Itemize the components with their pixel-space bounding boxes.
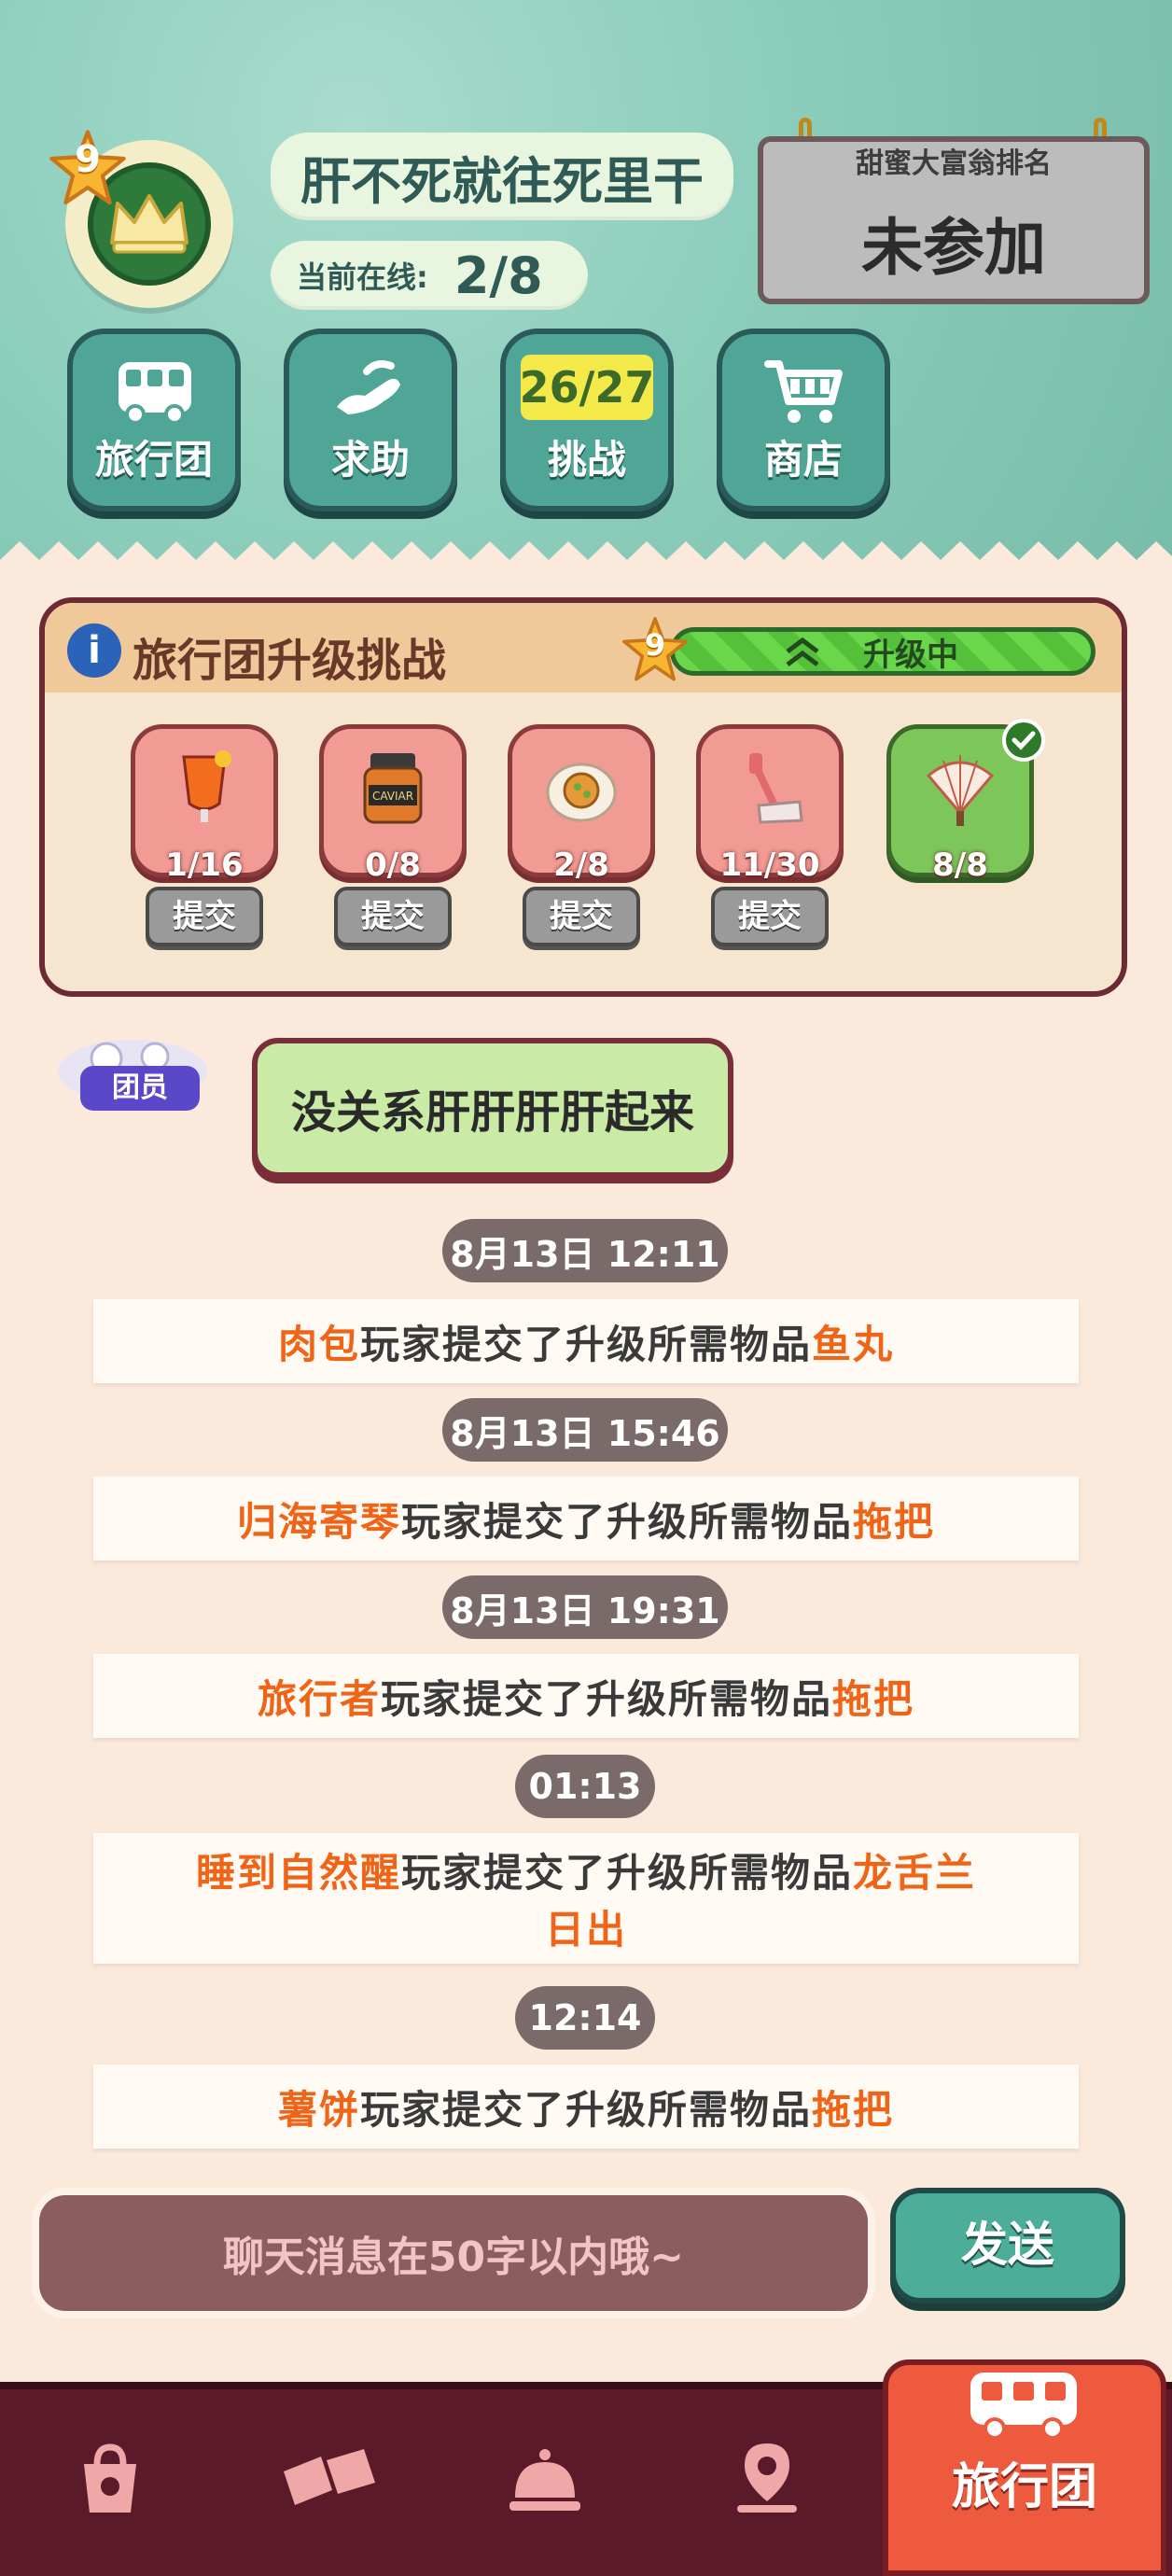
log-text: 玩家提交了升级所需物品 [380, 1675, 832, 1722]
log-text: 玩家提交了升级所需物品 [359, 1321, 812, 1367]
item-slot-pastry[interactable]: 2/8 [508, 724, 655, 884]
item-slot-caviar[interactable]: CAVIAR 0/8 [319, 724, 467, 884]
mop-icon [749, 753, 803, 824]
caviar-jar-icon: CAVIAR [363, 753, 423, 824]
log-entry: 肉包 玩家提交了升级所需物品 鱼丸 [93, 1299, 1079, 1383]
challenge-level: 9 [644, 627, 666, 663]
log-player: 旅行者 [257, 1675, 381, 1722]
chat-message-bubble: 没关系肝肝肝肝起来 [252, 1038, 733, 1178]
item-slot-cocktail[interactable]: 1/16 [131, 724, 278, 884]
log-item: 拖把 [832, 1675, 915, 1722]
log-timestamp: 8月13日 12:11 [442, 1219, 728, 1282]
log-timestamp: 8月13日 15:46 [442, 1398, 728, 1462]
log-timestamp: 12:14 [515, 1986, 655, 2050]
nav-button-tour-group[interactable]: 旅行团 [67, 329, 241, 511]
info-icon[interactable]: i [67, 623, 121, 678]
log-item-continued: 日出 [544, 1907, 627, 1953]
log-text: 玩家提交了升级所需物品 [400, 1498, 853, 1545]
log-player: 睡到自然醒 [195, 1850, 401, 1896]
log-timestamp: 01:13 [515, 1755, 655, 1818]
log-text: 玩家提交了升级所需物品 [400, 1850, 853, 1896]
log-player: 归海寄琴 [236, 1498, 401, 1545]
log-entry: 薯饼 玩家提交了升级所需物品 拖把 [93, 2065, 1079, 2149]
log-entry: 睡到自然醒玩家提交了升级所需物品龙舌兰 日出 [93, 1833, 1079, 1964]
log-item: 龙舌兰 [853, 1850, 977, 1896]
nav-label: 挑战 [547, 437, 626, 483]
caviar-label: CAVIAR [372, 790, 413, 803]
service-bell-icon[interactable] [508, 2440, 582, 2518]
item-quantity: 8/8 [932, 847, 988, 884]
send-button[interactable]: 发送 [890, 2188, 1125, 2303]
cart-icon [764, 360, 843, 423]
online-value: 2/8 [453, 245, 543, 305]
log-timestamp: 8月13日 19:31 [442, 1575, 728, 1639]
online-label: 当前在线: [297, 259, 428, 295]
bus-icon [970, 2373, 1077, 2440]
submit-button[interactable]: 提交 [523, 887, 640, 946]
log-player: 肉包 [277, 1321, 360, 1367]
chat-input[interactable]: 聊天消息在50字以内哦~ [39, 2195, 868, 2311]
member-role-tag: 团员 [80, 1066, 200, 1111]
team-name: 肝不死就往死里干 [271, 133, 733, 220]
nav-button-help[interactable]: 求助 [284, 329, 457, 511]
log-item: 拖把 [853, 1498, 936, 1545]
challenge-title: 旅行团升级挑战 [133, 635, 447, 687]
ranking-value: 未参加 [861, 212, 1046, 284]
submit-button[interactable]: 提交 [146, 887, 263, 946]
ranking-title: 甜蜜大富翁排名 [856, 147, 1052, 180]
log-item: 拖把 [812, 2086, 895, 2133]
log-text: 玩家提交了升级所需物品 [359, 2086, 812, 2133]
submit-button[interactable]: 提交 [334, 887, 452, 946]
log-player: 薯饼 [277, 2086, 360, 2133]
paper-fan-icon [926, 755, 995, 826]
checkmark-icon [1002, 719, 1045, 762]
online-count-pill: 当前在线: 2/8 [271, 241, 588, 310]
item-slot-mop[interactable]: 11/30 [696, 724, 844, 884]
team-level: 9 [75, 138, 101, 181]
challenge-count: 26/27 [520, 355, 654, 420]
upgrade-status: 升级中 [863, 637, 958, 674]
item-quantity: 11/30 [719, 847, 820, 884]
item-quantity: 0/8 [365, 847, 421, 884]
nav-label: 商店 [763, 437, 843, 483]
header-zigzag-edge [0, 541, 1172, 607]
nav-button-challenge[interactable]: 26/27 挑战 [500, 329, 674, 511]
nav-label: 旅行团 [94, 437, 213, 483]
log-entry: 旅行者 玩家提交了升级所需物品 拖把 [93, 1654, 1079, 1738]
item-quantity: 1/16 [165, 847, 244, 884]
bag-icon[interactable] [71, 2440, 149, 2518]
item-quantity: 2/8 [553, 847, 609, 884]
map-pin-icon[interactable] [728, 2440, 806, 2518]
nav-button-shop[interactable]: 商店 [717, 329, 890, 511]
pastry-plate-icon [546, 763, 617, 822]
nav-label: 求助 [330, 437, 410, 483]
log-item: 鱼丸 [812, 1321, 895, 1367]
log-entry: 归海寄琴 玩家提交了升级所需物品 拖把 [93, 1477, 1079, 1561]
tab-active-label: 旅行团 [951, 2459, 1097, 2515]
submit-button[interactable]: 提交 [711, 887, 829, 946]
cocktail-icon [182, 750, 231, 822]
helping-hand-icon [337, 360, 400, 414]
bus-icon [119, 362, 191, 425]
tickets-icon[interactable] [278, 2440, 381, 2518]
